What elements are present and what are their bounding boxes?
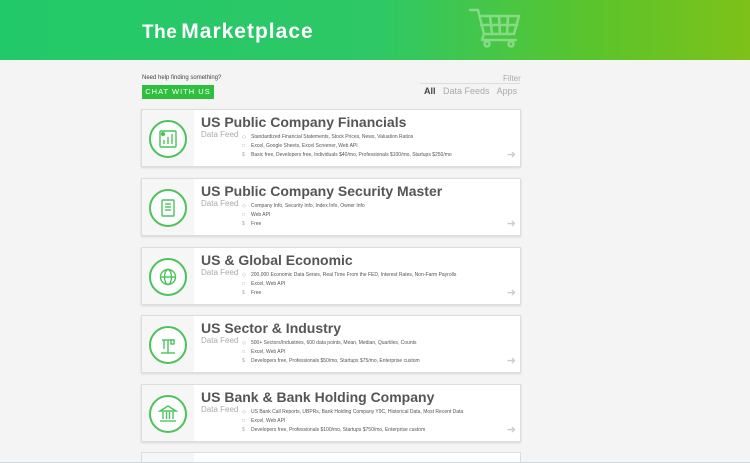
card-title[interactable]: US Bank & Bank Holding Company (201, 389, 434, 405)
card-us-public-company-financials[interactable]: US Public Company Financials Data Feed ◇… (141, 109, 521, 167)
filter-label: Filter (503, 74, 521, 83)
card-type: Data Feed (201, 199, 239, 208)
header-banner: The Marketplace (0, 0, 750, 60)
card-detail-pricing: $ Basic free, Developers free, Individual… (242, 152, 452, 158)
bank-icon (149, 395, 187, 433)
dollar-icon: $ (242, 152, 245, 158)
card-detail-content: ◇ Standardized Financial Statements, Stoc… (242, 134, 414, 140)
card-type: Data Feed (201, 405, 239, 414)
card-title[interactable]: US Public Company Security Master (201, 183, 442, 199)
title-prefix: The (142, 22, 178, 43)
card-detail-pricing: $ Free (242, 221, 262, 227)
tag-icon: ◇ (242, 272, 246, 278)
card-icon-column (142, 316, 194, 372)
chart-icon (149, 120, 187, 158)
oil-pump-icon (149, 326, 187, 364)
document-icon (149, 189, 187, 227)
card-us-sector-industry[interactable]: US Sector & Industry Data Feed ◇ 500+ Sec… (141, 315, 521, 373)
device-icon: □ (242, 143, 246, 149)
help-text: Need help finding something? (142, 75, 222, 81)
dollar-icon: $ (242, 358, 245, 364)
filter-tab-apps[interactable]: Apps (497, 86, 518, 96)
tag-icon: ◇ (242, 203, 246, 209)
title-main: Marketplace (181, 20, 314, 43)
filter-tab-data-feeds[interactable]: Data Feeds (443, 86, 490, 96)
card-detail-content: ◇ US Bank Call Reports, UBPRs, Bank Holdi… (242, 409, 464, 415)
arrow-right-icon[interactable]: ➜ (507, 148, 516, 161)
device-icon: □ (242, 418, 246, 424)
card-detail-content: ◇ Company Info, Security Info, Index Info… (242, 203, 365, 209)
arrow-right-icon[interactable]: ➜ (507, 217, 516, 230)
card-title[interactable]: US Sector & Industry (201, 320, 341, 336)
filter-tabs: All Data Feeds Apps (424, 86, 522, 96)
arrow-right-icon[interactable]: ➜ (507, 286, 516, 299)
tag-icon: ◇ (242, 340, 246, 346)
dollar-icon: $ (242, 427, 245, 433)
filter-divider (420, 83, 520, 84)
tag-icon: ◇ (242, 409, 246, 415)
shopping-cart-icon (468, 8, 521, 48)
card-icon-column (142, 110, 194, 166)
card-detail-formats: □ Excel, Google Sheets, Excel Screener, W… (242, 143, 358, 149)
device-icon: □ (242, 281, 246, 287)
dollar-icon: $ (242, 290, 245, 296)
card-us-global-economic[interactable]: US & Global Economic Data Feed ◇ 200,000 … (141, 247, 521, 305)
card-type: Data Feed (201, 268, 239, 277)
card-title[interactable]: US & Global Economic (201, 252, 353, 268)
tag-icon: ◇ (242, 134, 246, 140)
card-us-public-company-security-master[interactable]: US Public Company Security Master Data F… (141, 178, 521, 236)
globe-icon (149, 258, 187, 296)
card-detail-pricing: $ Developers free, Professionals $50/mo, … (242, 358, 420, 364)
filter-tab-all[interactable]: All (424, 86, 436, 96)
card-detail-formats: □ Excel, Web API (242, 281, 286, 287)
card-title[interactable]: US Public Company Financials (201, 114, 406, 130)
card-detail-pricing: $ Free (242, 290, 262, 296)
arrow-right-icon[interactable]: ➜ (507, 423, 516, 436)
card-type: Data Feed (201, 336, 239, 345)
card-detail-formats: □ Web API (242, 212, 271, 218)
card-icon-column (142, 385, 194, 441)
card-detail-content: ◇ 500+ Sectors/Industries, 600 data point… (242, 340, 417, 346)
chat-with-us-button[interactable]: CHAT WITH US (142, 85, 214, 99)
device-icon: □ (242, 212, 246, 218)
dollar-icon: $ (242, 221, 245, 227)
arrow-right-icon[interactable]: ➜ (507, 354, 516, 367)
card-type: Data Feed (201, 130, 239, 139)
card-detail-formats: □ Excel, Web API (242, 418, 286, 424)
device-icon: □ (242, 349, 246, 355)
card-detail-formats: □ Excel, Web API (242, 349, 286, 355)
card-icon-column (142, 248, 194, 304)
card-us-bank-holding-company[interactable]: US Bank & Bank Holding Company Data Feed… (141, 384, 521, 442)
card-detail-content: ◇ 200,000 Economic Data Series, Real Time… (242, 272, 457, 278)
card-icon-column (142, 179, 194, 235)
card-detail-pricing: $ Developers free, Professionals $100/mo,… (242, 427, 426, 433)
page-title: The Marketplace (142, 20, 314, 44)
